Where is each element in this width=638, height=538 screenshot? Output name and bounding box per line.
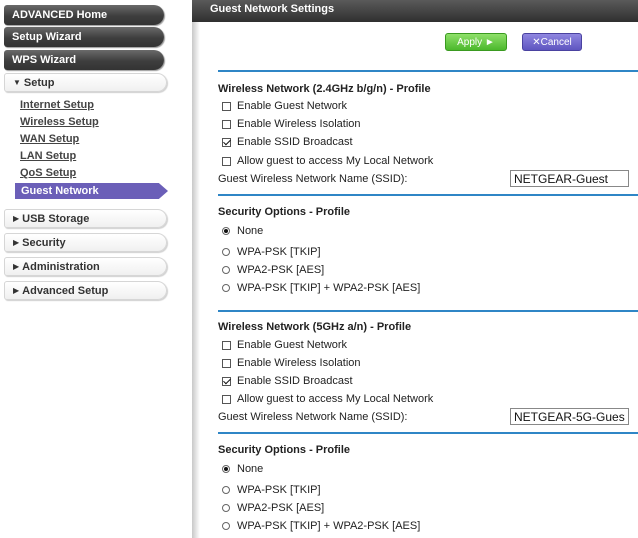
radio-row[interactable]: WPA-PSK [TKIP] + WPA2-PSK [AES] [222,281,420,295]
menu-usb-storage-label: USB Storage [22,213,90,225]
checkbox-row[interactable]: Enable Wireless Isolation [222,117,361,131]
security-title-24ghz: Security Options - Profile [218,206,351,218]
triangle-right-icon: ▶ [13,286,20,295]
security-title-5ghz: Security Options - Profile [218,444,351,456]
panel-shadow [192,22,200,538]
radio-row[interactable]: WPA-PSK [TKIP] [222,483,321,497]
menu-setup-label: Setup [23,77,55,89]
radio[interactable] [222,266,230,274]
checkbox-label: Allow guest to access My Local Network [237,393,434,405]
radio[interactable] [222,504,230,512]
menu-advanced-home[interactable]: ADVANCED Home [4,5,164,25]
submenu-guest-network[interactable]: Guest Network [15,183,168,199]
checkbox[interactable] [222,376,231,386]
submenu-wireless-setup[interactable]: Wireless Setup [20,115,99,129]
menu-usb-storage[interactable]: ▶ USB Storage [4,209,167,228]
sidebar: ADVANCED Home Setup Wizard WPS Wizard ▼ S… [0,0,192,538]
checkbox-row[interactable]: Allow guest to access My Local Network [222,154,433,168]
triangle-down-icon: ▼ [13,78,21,87]
checkbox-label: Enable Guest Network [237,100,348,112]
section-divider [218,432,638,434]
menu-setup[interactable]: ▼ Setup [4,73,167,92]
cancel-button[interactable]: ✕Cancel [522,33,582,51]
radio[interactable] [222,465,230,473]
section-title-24ghz: Wireless Network (2.4GHz b/g/n) - Profil… [218,83,431,95]
submenu-lan-setup[interactable]: LAN Setup [20,149,76,163]
radio-label: WPA-PSK [TKIP] + WPA2-PSK [AES] [237,282,421,294]
radio-row[interactable]: None [222,462,263,476]
checkbox[interactable] [222,101,231,111]
radio[interactable] [222,284,230,292]
section-divider [218,194,638,196]
radio[interactable] [222,486,230,494]
triangle-right-icon: ▶ [13,238,20,247]
radio-label: WPA-PSK [TKIP] [237,484,321,496]
checkbox-row[interactable]: Enable Guest Network [222,338,347,352]
x-icon: ✕ [532,37,541,48]
menu-administration[interactable]: ▶ Administration [4,257,167,276]
section-divider [218,70,638,72]
menu-advanced-setup[interactable]: ▶ Advanced Setup [4,281,167,300]
checkbox-label: Enable Guest Network [237,339,348,351]
section-divider [218,310,638,312]
radio[interactable] [222,248,230,256]
menu-administration-label: Administration [22,261,100,273]
checkbox-row[interactable]: Allow guest to access My Local Network [222,392,433,406]
submenu-internet-setup[interactable]: Internet Setup [20,98,94,112]
page-title: Guest Network Settings [192,0,638,22]
menu-security-label: Security [22,237,66,249]
cancel-label: Cancel [540,37,572,48]
radio-row[interactable]: WPA-PSK [TKIP] [222,245,321,259]
radio-row[interactable]: None [222,224,263,238]
ssid-input-24ghz[interactable] [510,170,629,187]
main-panel: Guest Network Settings Apply ► ✕Cancel W… [192,0,638,538]
checkbox-row[interactable]: Enable Guest Network [222,99,347,113]
submenu-wan-setup[interactable]: WAN Setup [20,132,79,146]
ssid-label: Guest Wireless Network Name (SSID): [218,411,408,423]
apply-button[interactable]: Apply ► [445,33,507,51]
checkbox[interactable] [222,156,231,166]
checkbox[interactable] [222,137,231,147]
checkbox-label: Enable Wireless Isolation [237,118,361,130]
radio-label: WPA-PSK [TKIP] + WPA2-PSK [AES] [237,520,421,532]
checkbox[interactable] [222,340,231,350]
checkbox-row[interactable]: Enable SSID Broadcast [222,135,353,149]
checkbox-label: Allow guest to access My Local Network [237,155,434,167]
checkbox[interactable] [222,394,231,404]
radio-label: None [237,225,264,237]
checkbox[interactable] [222,358,231,368]
menu-security[interactable]: ▶ Security [4,233,167,252]
checkbox-row[interactable]: Enable SSID Broadcast [222,374,353,388]
submenu-qos-setup[interactable]: QoS Setup [20,166,76,180]
menu-setup-wizard[interactable]: Setup Wizard [4,27,164,47]
menu-advanced-setup-label: Advanced Setup [22,285,109,297]
checkbox[interactable] [222,119,231,129]
radio-label: None [237,463,264,475]
radio-label: WPA2-PSK [AES] [237,264,325,276]
radio[interactable] [222,522,230,530]
radio-label: WPA2-PSK [AES] [237,502,325,514]
ssid-label: Guest Wireless Network Name (SSID): [218,173,408,185]
radio-row[interactable]: WPA2-PSK [AES] [222,263,324,277]
checkbox-label: Enable SSID Broadcast [237,136,353,148]
checkbox-label: Enable Wireless Isolation [237,357,361,369]
radio-row[interactable]: WPA-PSK [TKIP] + WPA2-PSK [AES] [222,519,420,533]
checkbox-row[interactable]: Enable Wireless Isolation [222,356,361,370]
menu-wps-wizard[interactable]: WPS Wizard [4,50,164,70]
radio-row[interactable]: WPA2-PSK [AES] [222,501,324,515]
ssid-input-5ghz[interactable] [510,408,629,425]
radio-label: WPA-PSK [TKIP] [237,246,321,258]
radio[interactable] [222,227,230,235]
section-title-5ghz: Wireless Network (5GHz a/n) - Profile [218,321,412,333]
triangle-right-icon: ▶ [13,262,20,271]
triangle-right-icon: ▶ [13,214,20,223]
checkbox-label: Enable SSID Broadcast [237,375,353,387]
